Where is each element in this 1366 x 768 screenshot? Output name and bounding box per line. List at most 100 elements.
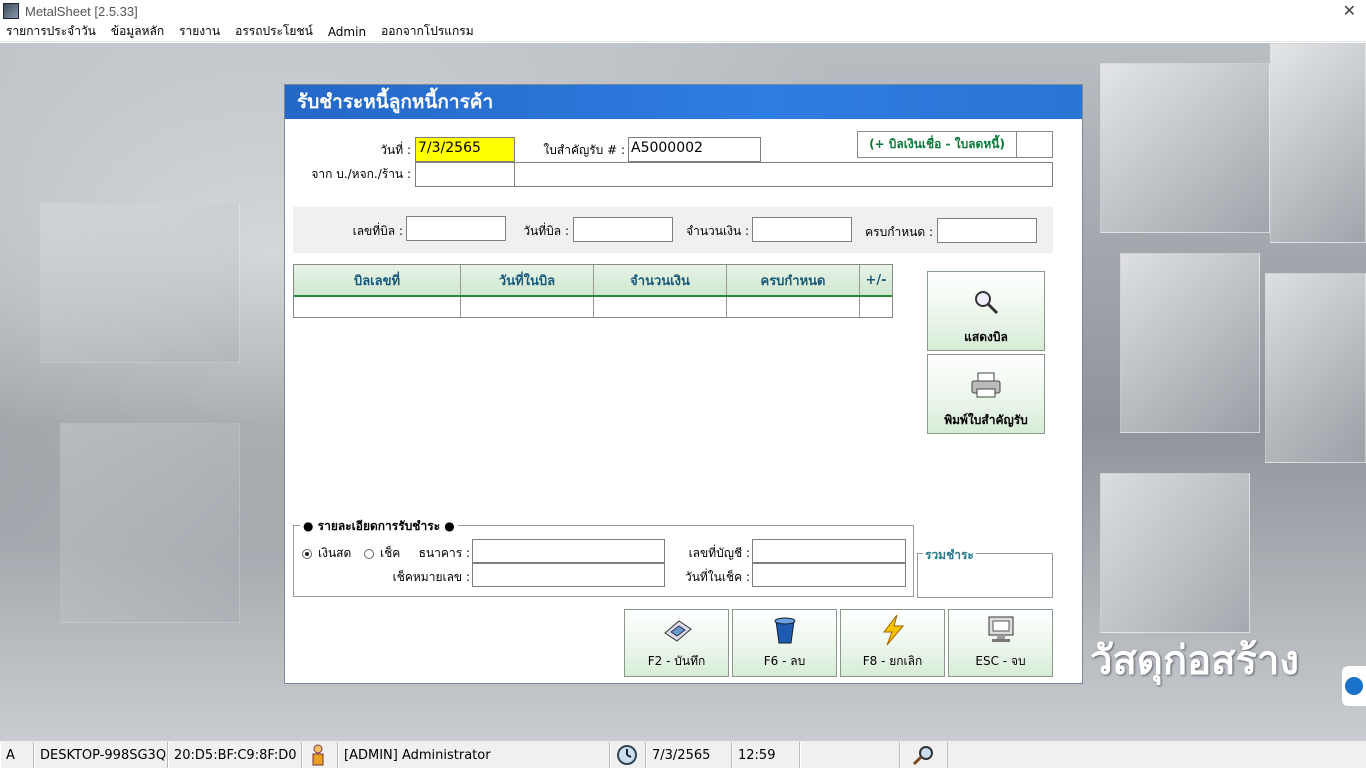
- monitor-icon: [985, 614, 1017, 646]
- background-cube: [60, 423, 240, 623]
- clock-icon: [610, 742, 646, 768]
- total-payment-label: รวมชำระ: [923, 546, 976, 565]
- status-mac-address: 20:D5:BF:C9:8F:D0: [168, 742, 302, 768]
- col-bill-no[interactable]: บิลเลขที่: [294, 265, 461, 295]
- grid-header: บิลเลขที่ วันที่ในบิล จำนวนเงิน ครบกำหนด…: [294, 265, 892, 297]
- menu-bar: รายการประจำวัน ข้อมูลหลัก รายงาน อรรถประ…: [0, 22, 1366, 42]
- cancel-label: F8 - ยกเลิก: [862, 654, 923, 668]
- status-user: [ADMIN] Administrator: [338, 742, 610, 768]
- payment-details-group: ● รายละเอียดการรับชำระ ● เงินสด เช็ค ธนา…: [293, 517, 914, 597]
- customer-name-field[interactable]: [514, 162, 1053, 187]
- grid-cell[interactable]: [860, 297, 892, 317]
- customer-label: จาก บ./หจก./ร้าน :: [311, 167, 411, 181]
- print-receipt-button[interactable]: พิมพ์ใบสำคัญรับ: [927, 354, 1045, 434]
- background-cube: [1270, 43, 1366, 243]
- close-icon[interactable]: ✕: [1343, 1, 1356, 20]
- window-title: MetalSheet [2.5.33]: [25, 3, 138, 19]
- cheque-date-field[interactable]: [752, 563, 906, 587]
- grid-cell[interactable]: [727, 297, 860, 317]
- add-bill-box[interactable]: [1016, 131, 1053, 158]
- save-label: F2 - บันทึก: [647, 654, 706, 668]
- cheque-no-label: เช็คหมายเลข :: [392, 570, 470, 584]
- bill-date-filter-input[interactable]: [573, 217, 673, 242]
- total-payment-box: รวมชำระ: [917, 546, 1053, 598]
- delete-button[interactable]: F6 - ลบ: [732, 609, 837, 677]
- col-plus-minus[interactable]: +/-: [860, 265, 892, 295]
- bill-no-filter-input[interactable]: [406, 216, 506, 241]
- search-icon[interactable]: [900, 742, 948, 768]
- status-date: 7/3/2565: [646, 742, 732, 768]
- background-cube: [40, 203, 240, 363]
- status-time: 12:59: [732, 742, 800, 768]
- title-bar: MetalSheet [2.5.33] ✕: [0, 0, 1366, 22]
- menu-utilities[interactable]: อรรถประโยชน์: [235, 22, 313, 41]
- app-icon: [3, 3, 19, 19]
- col-due-date[interactable]: ครบกำหนด: [727, 265, 860, 295]
- lightning-icon: [877, 614, 909, 646]
- dialog-title: รับชำระหนี้ลูกหนี้การค้า: [285, 85, 1082, 119]
- amount-label: จำนวนเงิน :: [686, 224, 749, 238]
- background-cube: [1100, 63, 1270, 233]
- status-computer-name: DESKTOP-998SG3Q: [34, 742, 168, 768]
- cheque-label: เช็ค: [380, 546, 401, 560]
- bill-date-label: วันที่บิล :: [523, 224, 569, 238]
- cheque-radio[interactable]: เช็ค: [364, 544, 400, 563]
- cancel-button[interactable]: F8 - ยกเลิก: [840, 609, 945, 677]
- due-label: ครบกำหนด :: [865, 225, 933, 239]
- col-amount[interactable]: จำนวนเงิน: [594, 265, 727, 295]
- cash-label: เงินสด: [318, 546, 352, 560]
- delete-label: F6 - ลบ: [763, 654, 806, 668]
- bill-no-label: เลขที่บิล :: [352, 224, 403, 238]
- exit-button[interactable]: ESC - จบ: [948, 609, 1053, 677]
- brand-text: วัสดุก่อสร้าง: [1090, 638, 1299, 684]
- account-no-field[interactable]: [752, 539, 906, 563]
- background-cube: [1120, 253, 1260, 433]
- customer-code-field[interactable]: [415, 162, 515, 187]
- cheque-no-field[interactable]: [472, 563, 665, 587]
- bills-grid[interactable]: บิลเลขที่ วันที่ในบิล จำนวนเงิน ครบกำหนด…: [293, 264, 893, 318]
- grid-cell[interactable]: [294, 297, 461, 317]
- cash-radio[interactable]: เงินสด: [302, 544, 351, 563]
- status-bar: A DESKTOP-998SG3Q 20:D5:BF:C9:8F:D0 [ADM…: [0, 740, 1366, 768]
- background-cube: [1265, 273, 1366, 463]
- status-blank: [800, 742, 900, 768]
- radio-indicator: [302, 548, 312, 559]
- magnifier-icon: [970, 286, 1002, 318]
- date-field[interactable]: 7/3/2565: [415, 137, 515, 162]
- status-mode: A: [0, 742, 34, 768]
- trash-icon: [769, 614, 801, 646]
- save-button[interactable]: F2 - บันทึก: [624, 609, 729, 677]
- amount-filter-input[interactable]: [752, 217, 852, 242]
- show-bill-button[interactable]: แสดงบิล: [927, 271, 1045, 351]
- grid-cell[interactable]: [594, 297, 727, 317]
- date-label: วันที่ :: [380, 143, 411, 157]
- remote-support-icon[interactable]: [1342, 666, 1366, 706]
- user-icon: [302, 742, 338, 768]
- menu-admin[interactable]: Admin: [328, 25, 366, 39]
- account-no-label: เลขที่บัญชี :: [688, 546, 750, 560]
- menu-exit[interactable]: ออกจากโปรแกรม: [381, 22, 474, 41]
- receipt-no-label: ใบสำคัญรับ # :: [543, 143, 625, 157]
- show-bill-label: แสดงบิล: [964, 330, 1008, 344]
- menu-daily[interactable]: รายการประจำวัน: [6, 22, 96, 41]
- save-icon: [661, 614, 693, 646]
- due-filter-input[interactable]: [937, 218, 1037, 243]
- print-receipt-label: พิมพ์ใบสำคัญรับ: [944, 413, 1028, 427]
- payment-details-legend: ● รายละเอียดการรับชำระ ●: [300, 517, 458, 536]
- menu-master-data[interactable]: ข้อมูลหลัก: [111, 22, 164, 41]
- add-bill-button[interactable]: (+ บิลเงินเชื่อ - ใบลดหนี้): [857, 131, 1017, 158]
- bank-field[interactable]: [472, 539, 665, 563]
- payment-receipt-dialog: รับชำระหนี้ลูกหนี้การค้า วันที่ : 7/3/25…: [284, 84, 1083, 684]
- menu-reports[interactable]: รายงาน: [179, 22, 220, 41]
- receipt-no-field[interactable]: A5000002: [628, 137, 761, 162]
- exit-label: ESC - จบ: [975, 654, 1026, 668]
- grid-cell[interactable]: [461, 297, 594, 317]
- cheque-date-label: วันที่ในเช็ค :: [684, 570, 750, 584]
- bank-label: ธนาคาร :: [418, 546, 470, 560]
- background-cube: [1100, 473, 1250, 633]
- filter-bar: เลขที่บิล : วันที่บิล : จำนวนเงิน : ครบก…: [293, 207, 1053, 253]
- printer-icon: [970, 369, 1002, 401]
- radio-indicator: [364, 548, 374, 559]
- col-bill-date[interactable]: วันที่ในบิล: [461, 265, 594, 295]
- table-row[interactable]: [294, 297, 892, 317]
